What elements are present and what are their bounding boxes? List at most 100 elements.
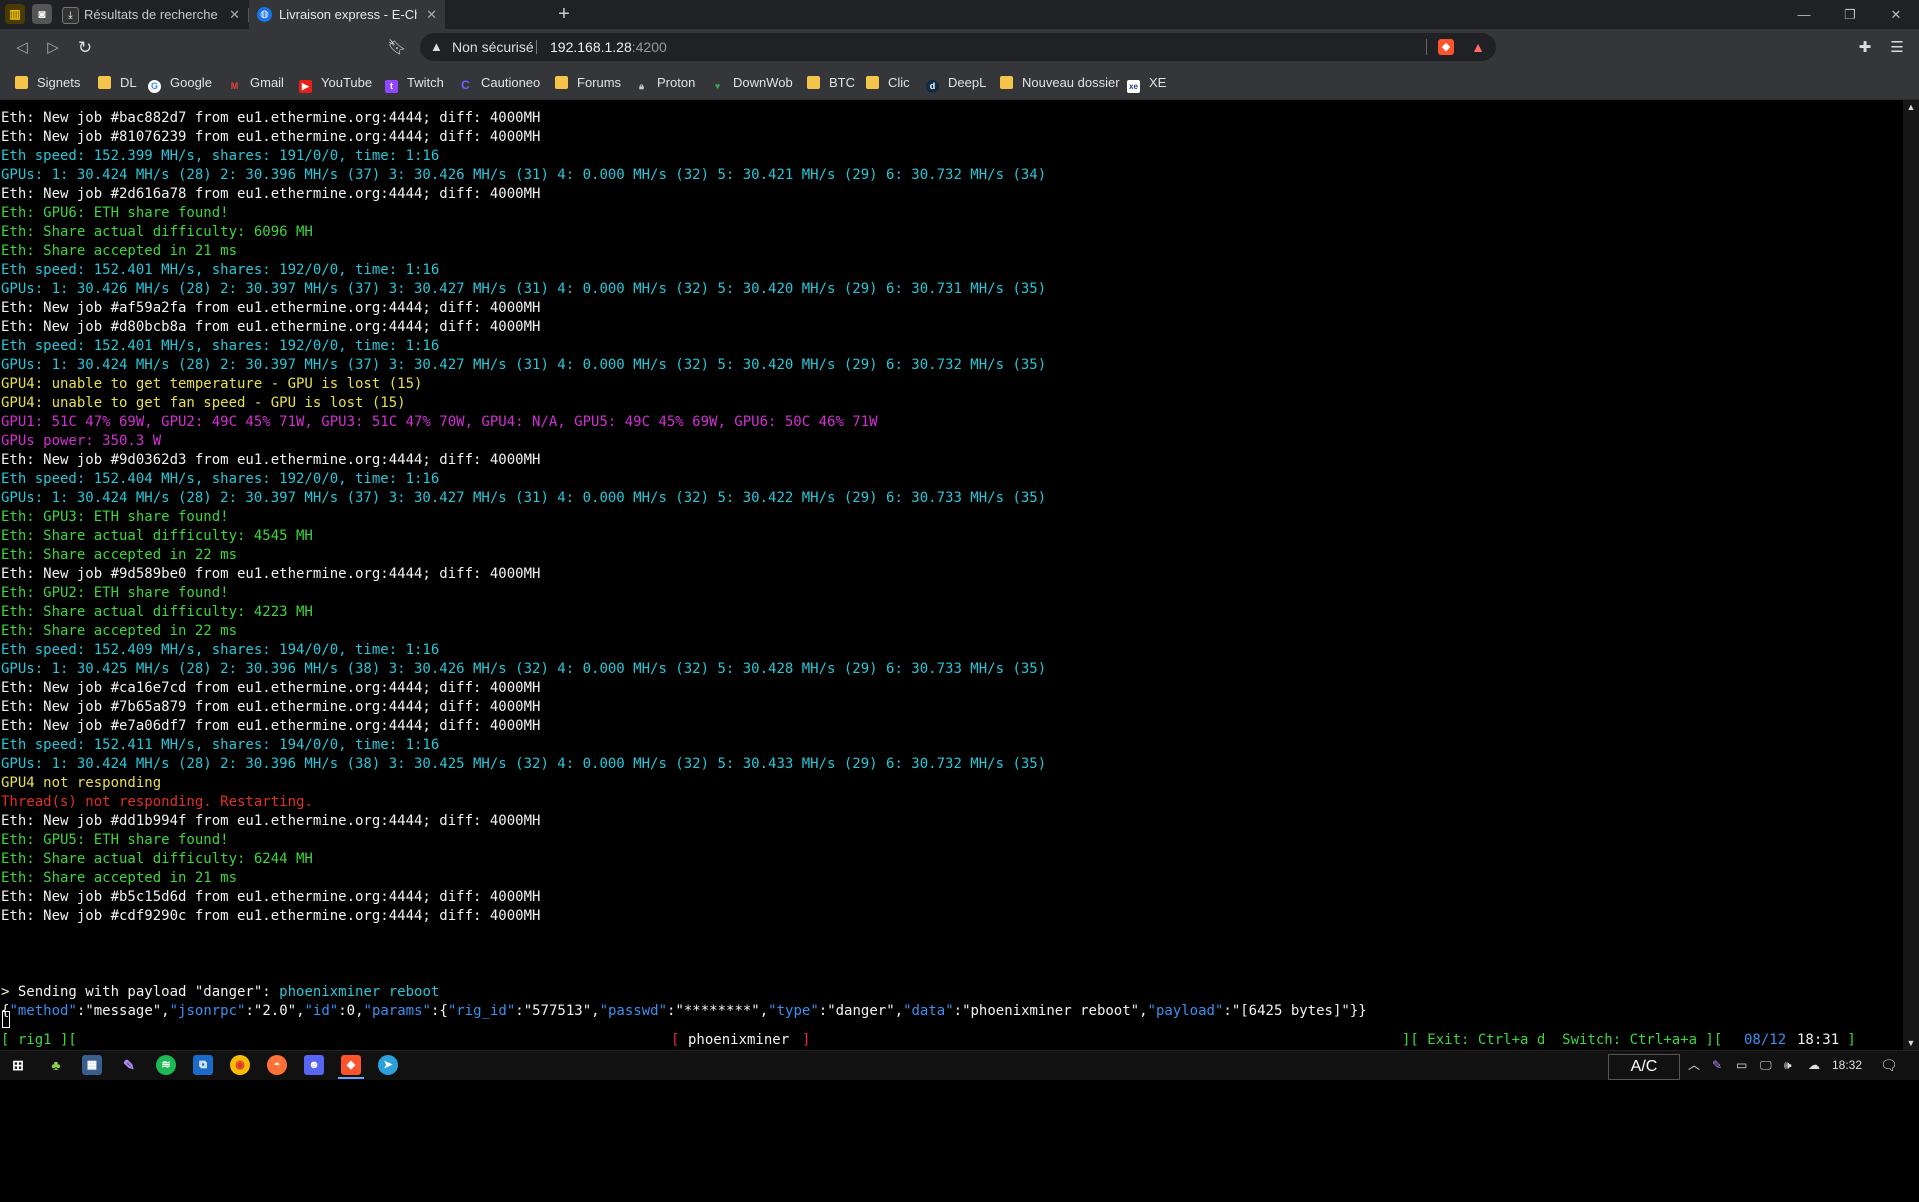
browser-toolbar: ◁ ▷ ↻ 🔖︎ ▲ Non sécurisé 192.168.1.28:420… <box>0 29 1919 66</box>
windows-start-icon[interactable]: ⊞ <box>8 1055 28 1075</box>
reload-icon[interactable]: ↻ <box>74 37 96 59</box>
bookmark-btc[interactable]: BTC <box>807 66 855 99</box>
scroll-up-icon[interactable]: ▲ <box>1903 100 1919 114</box>
json-token: "phoenixminer reboot" <box>962 1003 1140 1019</box>
pinned-tab-icon-1[interactable]: ▥ <box>5 4 25 24</box>
extensions-icon[interactable]: ✚ <box>1854 37 1876 59</box>
bookmark-cautioneo[interactable]: C Cautioneo <box>459 66 540 99</box>
firefox-icon[interactable]: ◓ <box>267 1055 287 1075</box>
json-token: , <box>161 1003 170 1019</box>
google-icon: G <box>148 80 161 93</box>
json-token: :{ <box>430 1003 448 1019</box>
json-token: :0, <box>338 1003 364 1019</box>
taskbar-clock[interactable]: 18:32 <box>1832 1051 1862 1080</box>
clover-app-icon[interactable]: ♣ <box>46 1055 66 1075</box>
minimize-button[interactable]: — <box>1781 0 1827 29</box>
json-token: , <box>759 1003 769 1019</box>
json-token: "[6425 bytes]" <box>1231 1003 1350 1019</box>
terminal-scrollbar[interactable]: ▲ ▼ <box>1903 100 1919 1050</box>
terminal-line: GPU4: unable to get temperature - GPU is… <box>1 376 423 392</box>
telegram-icon[interactable]: ➤ <box>378 1055 398 1075</box>
network-app-icon[interactable]: ⧉ <box>193 1055 213 1075</box>
folder-icon <box>866 76 879 89</box>
sending-prefix: > Sending with payload "danger": <box>1 984 280 1000</box>
bookmark-label: Proton <box>657 75 696 90</box>
chrome-icon[interactable]: ◉ <box>230 1055 250 1075</box>
bookmark-forums[interactable]: Forums <box>555 66 621 99</box>
tab-search-results[interactable]: ⤓ Résultats de recherche pour "chrono" ✕ <box>54 0 248 29</box>
deepl-icon: d <box>926 80 939 93</box>
terminal-line: Eth: New job #81076239 from eu1.ethermin… <box>1 129 541 145</box>
bookmark-google[interactable]: G Google <box>148 66 212 99</box>
folder-icon <box>98 76 111 89</box>
tab-title: Livraison express - E-Chrono | Chrono <box>279 7 417 22</box>
terminal-line: Eth: New job #9d0362d3 from eu1.ethermin… <box>1 452 541 468</box>
bookmark-gmail[interactable]: M Gmail <box>228 66 284 99</box>
downwob-icon: ♥ <box>714 81 721 91</box>
scroll-down-icon[interactable]: ▼ <box>1903 1036 1919 1050</box>
status-end: ] <box>1839 1032 1856 1048</box>
json-key: "payload" <box>1147 1003 1224 1019</box>
volume-icon[interactable]: 🕪︎ <box>1784 1051 1792 1080</box>
feather-app-icon[interactable]: ✎ <box>119 1055 139 1075</box>
gmail-icon: M <box>230 81 239 91</box>
warning-icon[interactable]: ▲ <box>430 39 443 54</box>
menu-icon[interactable]: ☰ <box>1886 37 1908 59</box>
spotify-icon[interactable]: ≋ <box>156 1055 176 1075</box>
brave-icon[interactable]: ◆ <box>341 1055 361 1075</box>
terminal-line: Eth: New job #ca16e7cd from eu1.ethermin… <box>1 680 541 696</box>
bookmark-deepl[interactable]: d DeepL <box>926 66 986 99</box>
chevron-up-icon[interactable]: ︿ <box>1688 1051 1700 1080</box>
terminal-line: GPUs: 1: 30.426 MH/s (28) 2: 30.397 MH/s… <box>1 281 1047 297</box>
close-window-button[interactable]: ✕ <box>1873 0 1919 29</box>
bookmark-label: DL <box>120 75 137 90</box>
screen-status-line: [ rig1 ][ [ phoenixminer ] ][ Exit: Ctrl… <box>0 1031 1903 1050</box>
url-text[interactable]: 192.168.1.28:4200 <box>550 33 667 61</box>
bookmark-proton[interactable]: 🔒︎ Proton <box>635 66 695 99</box>
back-icon[interactable]: ◁ <box>11 37 33 59</box>
bookmarks-bar: Signets DL G Google M Gmail ▶ YouTube t Twit… <box>0 66 1919 100</box>
security-label[interactable]: Non sécurisé <box>452 33 534 61</box>
new-tab-button[interactable]: + <box>552 0 576 29</box>
bookmark-icon[interactable]: 🔖︎ <box>386 37 408 59</box>
brave-shield-icon[interactable]: ◆ <box>1438 39 1454 55</box>
restore-button[interactable]: ❐ <box>1827 0 1873 29</box>
bookmark-label: Gmail <box>250 75 284 90</box>
close-icon[interactable]: ✕ <box>426 0 437 29</box>
status-time: 18:31 <box>1797 1032 1840 1048</box>
bookmark-label: DownWob <box>733 75 793 90</box>
terminal-line: Eth: GPU6: ETH share found! <box>1 205 229 221</box>
bookmark-nouveau-dossier[interactable]: Nouveau dossier <box>1000 66 1120 99</box>
json-key: "id" <box>304 1003 339 1019</box>
brave-rewards-icon[interactable]: ▲ <box>1470 39 1486 55</box>
onedrive-icon[interactable]: ☁ <box>1808 1051 1820 1080</box>
json-token: "message" <box>85 1003 162 1019</box>
tab-echrono[interactable]: ◍ Livraison express - E-Chrono | Chrono … <box>249 0 445 29</box>
battery-icon[interactable]: ▭ <box>1736 1051 1747 1080</box>
close-icon[interactable]: ✕ <box>229 0 240 29</box>
discord-icon[interactable]: ☻ <box>304 1055 324 1075</box>
pinned-tab-icon-2[interactable]: ◙ <box>32 4 52 24</box>
feather-tray-icon[interactable]: ✎ <box>1712 1051 1722 1080</box>
bookmark-signets[interactable]: Signets <box>15 66 80 99</box>
twitch-icon: t <box>385 80 398 93</box>
bookmark-label: BTC <box>829 75 855 90</box>
bookmark-downwob[interactable]: ♥ DownWob <box>711 66 793 99</box>
bookmark-label: Google <box>170 75 212 90</box>
bookmark-clic[interactable]: Clic <box>866 66 910 99</box>
address-bar[interactable]: ▲ Non sécurisé 192.168.1.28:4200 ◆ ▲ <box>420 33 1496 61</box>
notifications-icon[interactable]: 🗨︎ <box>1880 1051 1898 1080</box>
network-icon[interactable]: 🖵︎ <box>1760 1051 1772 1080</box>
status-bracket-open: [ <box>671 1032 680 1048</box>
terminal-output[interactable]: Eth: New job #bac882d7 from eu1.ethermin… <box>0 100 1903 1050</box>
terminal-line: GPUs: 1: 30.424 MH/s (28) 2: 30.396 MH/s… <box>1 756 1047 772</box>
json-token: , <box>296 1003 305 1019</box>
calculator-icon[interactable]: ▦ <box>82 1055 102 1075</box>
input-indicator[interactable]: A/C <box>1608 1054 1680 1080</box>
bookmark-youtube[interactable]: ▶ YouTube <box>299 66 372 99</box>
bookmark-xe[interactable]: xe XE <box>1127 66 1166 99</box>
terminal-line: Eth speed: 152.409 MH/s, shares: 194/0/0… <box>1 642 440 658</box>
bookmark-dl[interactable]: DL <box>98 66 137 99</box>
bookmark-twitch[interactable]: t Twitch <box>385 66 444 99</box>
forward-icon[interactable]: ▷ <box>42 37 64 59</box>
